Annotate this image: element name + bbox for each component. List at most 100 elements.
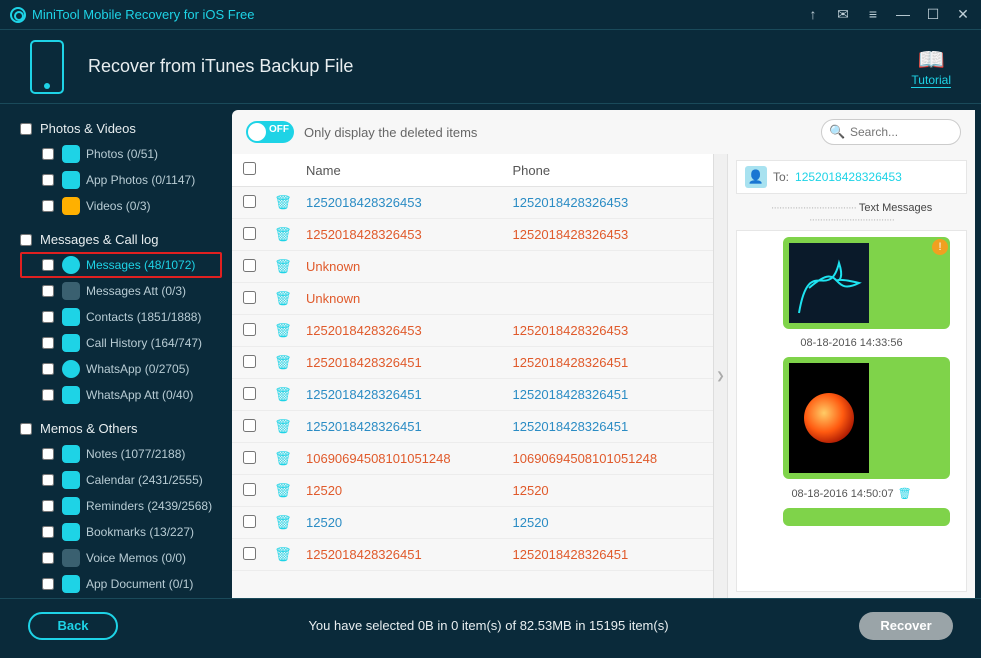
col-name: Name xyxy=(300,154,507,187)
sidebar-item[interactable]: Bookmarks (13/227) xyxy=(20,519,222,545)
sidebar-item[interactable]: Notes (1077/2188) xyxy=(20,441,222,467)
sidebar-item[interactable]: Contacts (1851/1888) xyxy=(20,304,222,330)
trash-icon[interactable]: 🗑 xyxy=(274,482,292,498)
item-checkbox[interactable] xyxy=(42,552,54,564)
group-checkbox[interactable] xyxy=(20,423,32,435)
sidebar-item[interactable]: Call History (164/747) xyxy=(20,330,222,356)
sidebar-item[interactable]: Voice Memos (0/0) xyxy=(20,545,222,571)
table-row[interactable]: 🗑1252012520 xyxy=(232,507,713,539)
messages-thread[interactable]: ! 08-18-2016 14:33:56 08-18-2016 14:50:0… xyxy=(736,230,967,592)
table-row[interactable]: 🗑12520184283264531252018428326453 xyxy=(232,187,713,219)
table-scroll[interactable]: Name Phone 🗑1252018428326453125201842832… xyxy=(232,154,713,598)
image-attachment[interactable] xyxy=(789,243,869,323)
deleted-filter-toggle[interactable]: OFF xyxy=(246,121,294,143)
table-row[interactable]: 🗑Unknown xyxy=(232,283,713,315)
image-attachment[interactable] xyxy=(789,363,869,473)
row-checkbox[interactable] xyxy=(243,323,256,336)
sidebar-item-label: Contacts (1851/1888) xyxy=(86,310,201,324)
menu-icon[interactable]: ≡ xyxy=(865,6,881,23)
recover-button[interactable]: Recover xyxy=(859,612,953,640)
row-checkbox[interactable] xyxy=(243,547,256,560)
split-pane: Name Phone 🗑1252018428326453125201842832… xyxy=(232,154,975,598)
sidebar-item[interactable]: App Document (0/1) xyxy=(20,571,222,597)
item-checkbox[interactable] xyxy=(42,337,54,349)
item-checkbox[interactable] xyxy=(42,389,54,401)
table-row[interactable]: 🗑12520184283264531252018428326453 xyxy=(232,315,713,347)
tutorial-link[interactable]: 📖 Tutorial xyxy=(911,47,951,87)
selection-status: You have selected 0B in 0 item(s) of 82.… xyxy=(138,618,839,633)
row-checkbox[interactable] xyxy=(243,419,256,432)
table-row[interactable]: 🗑1252012520 xyxy=(232,475,713,507)
trash-icon[interactable]: 🗑 xyxy=(274,418,292,434)
item-checkbox[interactable] xyxy=(42,526,54,538)
cell-name: 1252018428326451 xyxy=(300,411,507,443)
row-checkbox[interactable] xyxy=(243,259,256,272)
trash-icon[interactable]: 🗑 xyxy=(274,450,292,466)
sidebar-item-label: Notes (1077/2188) xyxy=(86,447,185,461)
cell-phone: 1252018428326451 xyxy=(507,347,714,379)
table-row[interactable]: 🗑12520184283264511252018428326451 xyxy=(232,347,713,379)
item-checkbox[interactable] xyxy=(42,259,54,271)
maximize-icon[interactable]: ☐ xyxy=(925,6,941,23)
cell-name: 1252018428326453 xyxy=(300,187,507,219)
minimize-icon[interactable]: — xyxy=(895,6,911,23)
row-checkbox[interactable] xyxy=(243,227,256,240)
delete-icon[interactable]: 🗑 xyxy=(898,488,912,500)
select-all-checkbox[interactable] xyxy=(243,162,256,175)
item-checkbox[interactable] xyxy=(42,500,54,512)
row-checkbox[interactable] xyxy=(243,483,256,496)
table-row[interactable]: 🗑12520184283264511252018428326451 xyxy=(232,379,713,411)
table-row[interactable]: 🗑106906945081010512481069069450810105124… xyxy=(232,443,713,475)
sidebar-item[interactable]: Calendar (2431/2555) xyxy=(20,467,222,493)
mail-icon[interactable]: ✉ xyxy=(835,6,851,23)
callhist-icon xyxy=(62,334,80,352)
close-icon[interactable]: ✕ xyxy=(955,6,971,23)
row-checkbox[interactable] xyxy=(243,451,256,464)
item-checkbox[interactable] xyxy=(42,578,54,590)
search-wrap: 🔍 xyxy=(821,119,961,145)
trash-icon[interactable]: 🗑 xyxy=(274,194,292,210)
item-checkbox[interactable] xyxy=(42,285,54,297)
sidebar-item[interactable]: WhatsApp (0/2705) xyxy=(20,356,222,382)
item-checkbox[interactable] xyxy=(42,311,54,323)
trash-icon[interactable]: 🗑 xyxy=(274,322,292,338)
row-checkbox[interactable] xyxy=(243,355,256,368)
table-row[interactable]: 🗑12520184283264511252018428326451 xyxy=(232,411,713,443)
trash-icon[interactable]: 🗑 xyxy=(274,258,292,274)
item-checkbox[interactable] xyxy=(42,148,54,160)
trash-icon[interactable]: 🗑 xyxy=(274,226,292,242)
item-checkbox[interactable] xyxy=(42,363,54,375)
row-checkbox[interactable] xyxy=(243,291,256,304)
group-checkbox[interactable] xyxy=(20,123,32,135)
row-checkbox[interactable] xyxy=(243,515,256,528)
sidebar-item[interactable]: Videos (0/3) xyxy=(20,193,222,219)
sidebar-item[interactable]: Reminders (2439/2568) xyxy=(20,493,222,519)
trash-icon[interactable]: 🗑 xyxy=(274,386,292,402)
table-row[interactable]: 🗑12520184283264531252018428326453 xyxy=(232,219,713,251)
item-checkbox[interactable] xyxy=(42,448,54,460)
cell-phone: 1252018428326453 xyxy=(507,315,714,347)
trash-icon[interactable]: 🗑 xyxy=(274,546,292,562)
row-checkbox[interactable] xyxy=(243,387,256,400)
sidebar-item[interactable]: Photos (0/51) xyxy=(20,141,222,167)
back-button[interactable]: Back xyxy=(28,612,118,640)
expand-handle[interactable]: ❯ xyxy=(713,154,727,598)
item-checkbox[interactable] xyxy=(42,474,54,486)
sidebar-item[interactable]: App Photos (0/1147) xyxy=(20,167,222,193)
upload-icon[interactable]: ↑ xyxy=(805,6,821,23)
sidebar-item[interactable]: Messages (48/1072) xyxy=(20,252,222,278)
item-checkbox[interactable] xyxy=(42,174,54,186)
table-row[interactable]: 🗑12520184283264511252018428326451 xyxy=(232,539,713,571)
row-checkbox[interactable] xyxy=(243,195,256,208)
sidebar-group-head[interactable]: Messages & Call log xyxy=(20,227,222,252)
trash-icon[interactable]: 🗑 xyxy=(274,354,292,370)
sidebar-group-head[interactable]: Memos & Others xyxy=(20,416,222,441)
sidebar-item[interactable]: Messages Att (0/3) xyxy=(20,278,222,304)
sidebar-item[interactable]: WhatsApp Att (0/40) xyxy=(20,382,222,408)
sidebar-group-head[interactable]: Photos & Videos xyxy=(20,116,222,141)
table-row[interactable]: 🗑Unknown xyxy=(232,251,713,283)
trash-icon[interactable]: 🗑 xyxy=(274,290,292,306)
item-checkbox[interactable] xyxy=(42,200,54,212)
trash-icon[interactable]: 🗑 xyxy=(274,514,292,530)
group-checkbox[interactable] xyxy=(20,234,32,246)
